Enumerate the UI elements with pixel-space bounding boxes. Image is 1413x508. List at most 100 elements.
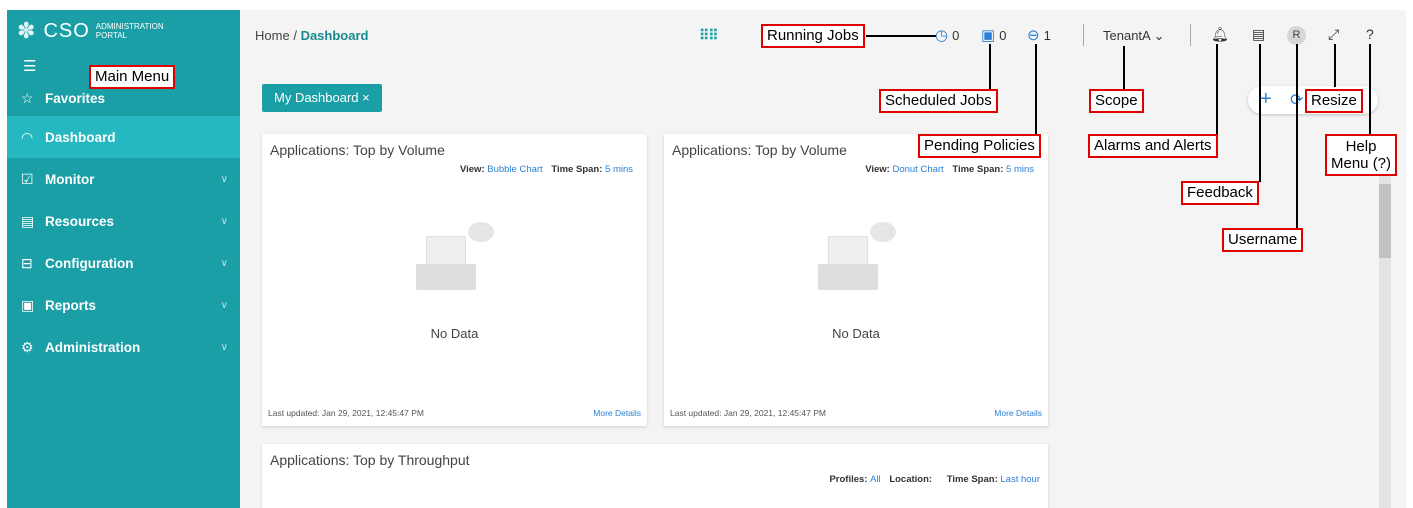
sidebar-item-label: Administration — [45, 339, 141, 355]
scrollbar-thumb[interactable] — [1379, 184, 1391, 258]
chevron-down-icon: ∨ — [220, 341, 228, 353]
divider — [1190, 24, 1191, 46]
avatar[interactable]: R — [1287, 26, 1306, 45]
brand[interactable]: ✽ CSO ADMINISTRATION PORTAL — [7, 10, 240, 52]
view-label: View: — [865, 164, 890, 175]
sidebar-item-dashboard[interactable]: ◠ Dashboard — [7, 116, 240, 158]
annotation-running-jobs: Running Jobs — [761, 24, 865, 48]
empty-inbox-icon: ··· — [812, 222, 902, 302]
time-span-label: Time Span: — [946, 474, 998, 485]
sidebar-item-resources[interactable]: ▤ Resources ∨ — [7, 200, 240, 242]
help-icon[interactable]: ? — [1366, 26, 1374, 42]
profiles-label: Profiles: — [829, 474, 868, 485]
divider — [1083, 24, 1084, 46]
scrollbar[interactable] — [1379, 170, 1391, 508]
annotation-alarms: Alarms and Alerts — [1088, 134, 1218, 158]
tenant-name: TenantA — [1103, 28, 1150, 43]
pending-policies[interactable]: ⊖ 1 — [1027, 26, 1051, 44]
view-label: View: — [459, 164, 485, 175]
sidebar-item-label: Favorites — [45, 90, 106, 106]
feedback-icon[interactable]: ▤ — [1252, 26, 1265, 43]
last-updated: Last updated: Jan 29, 2021, 12:45:47 PM — [268, 408, 424, 418]
resources-icon: ▤ — [21, 212, 35, 229]
annotation-line — [989, 44, 991, 89]
annotation-feedback: Feedback — [1181, 181, 1259, 205]
reports-icon: ▣ — [21, 296, 35, 313]
running-jobs-count: 0 — [952, 28, 960, 43]
annotation-scope: Scope — [1089, 89, 1144, 113]
time-span-link[interactable]: Last hour — [1000, 474, 1040, 485]
annotation-pending-policies: Pending Policies — [918, 134, 1041, 158]
no-data-text: No Data — [832, 326, 880, 341]
brand-title: CSO — [43, 19, 90, 42]
configuration-icon: ⊟ — [21, 254, 33, 271]
pending-icon: ⊖ — [1027, 27, 1040, 44]
time-span-label: Time Span: — [551, 164, 603, 175]
annotation-line — [1035, 44, 1037, 134]
annotation-help: Help Menu (?) — [1325, 134, 1398, 176]
app-grid-icon[interactable]: ⠿⠿ — [699, 27, 718, 44]
cso-logo-icon: ✽ — [17, 18, 36, 43]
annotation-scheduled-jobs: Scheduled Jobs — [879, 89, 998, 113]
location-label: Location: — [889, 474, 933, 485]
widget-card: Applications: Top by Volume View: Bubble… — [262, 134, 647, 426]
scope-selector[interactable]: TenantA ⌄ — [1103, 28, 1165, 44]
annotation-line — [1334, 44, 1336, 87]
scheduled-jobs[interactable]: ▣ 0 — [981, 26, 1006, 44]
widget-card: Applications: Top by Volume View: Donut … — [664, 134, 1048, 426]
sidebar-item-monitor[interactable]: ☑ Monitor ∨ — [7, 158, 240, 200]
resize-icon[interactable]: ⤢ — [1328, 26, 1339, 43]
widget-card: Applications: Top by Throughput Profiles… — [262, 444, 1048, 508]
breadcrumb-current: Dashboard — [300, 28, 369, 43]
profiles-link[interactable]: All — [870, 474, 881, 485]
dashboard-icon: ◠ — [21, 128, 34, 145]
annotation-username: Username — [1222, 228, 1304, 252]
administration-icon: ⚙ — [21, 338, 34, 355]
widget-meta: View: Donut Chart Time Span: 5 mins — [865, 164, 1040, 175]
sidebar-item-label: Resources — [45, 213, 115, 229]
brand-subtitle: ADMINISTRATION PORTAL — [95, 22, 164, 40]
more-details-link[interactable]: More Details — [593, 408, 641, 418]
sidebar-item-reports[interactable]: ▣ Reports ∨ — [7, 284, 240, 326]
bell-icon[interactable]: 🔔︎ — [1211, 26, 1229, 43]
breadcrumb: Home / Dashboard — [255, 28, 368, 43]
annotation-help-line2: Menu (?) — [1331, 155, 1392, 172]
annotation-line — [1123, 46, 1125, 89]
annotation-resize: Resize — [1305, 89, 1363, 113]
running-jobs[interactable]: ◷ 0 — [935, 26, 959, 44]
tab-my-dashboard[interactable]: My Dashboard × — [262, 84, 382, 112]
annotation-line — [1259, 44, 1261, 182]
widget-title: Applications: Top by Throughput — [270, 452, 470, 468]
time-span-link[interactable]: 5 mins — [1006, 164, 1034, 175]
view-link[interactable]: Bubble Chart — [487, 164, 542, 175]
sidebar-item-administration[interactable]: ⚙ Administration ∨ — [7, 326, 240, 368]
more-details-link[interactable]: More Details — [994, 408, 1042, 418]
widget-title: Applications: Top by Volume — [270, 142, 445, 158]
chevron-down-icon: ∨ — [220, 215, 228, 227]
tab-label: My Dashboard — [274, 90, 359, 105]
sidebar-item-configuration[interactable]: ⊟ Configuration ∨ — [7, 242, 240, 284]
breadcrumb-separator: / — [293, 28, 297, 43]
scheduled-jobs-count: 0 — [999, 28, 1007, 43]
chevron-down-icon: ∨ — [220, 299, 228, 311]
sidebar-item-label: Reports — [45, 297, 97, 313]
add-widget-icon[interactable]: + — [1260, 88, 1272, 111]
annotation-main-menu: Main Menu — [89, 65, 176, 89]
chevron-down-icon: ∨ — [220, 173, 228, 185]
sidebar-item-label: Dashboard — [45, 129, 116, 145]
pending-policies-count: 1 — [1043, 28, 1051, 43]
calendar-icon: ▣ — [981, 27, 996, 44]
breadcrumb-home[interactable]: Home — [255, 28, 290, 43]
widget-meta: Profiles: All Location: Time Span: Last … — [829, 474, 1040, 485]
time-span-link[interactable]: 5 mins — [605, 164, 633, 175]
annotation-line — [1216, 44, 1218, 134]
last-updated: Last updated: Jan 29, 2021, 12:45:47 PM — [670, 408, 826, 418]
annotation-line — [1369, 44, 1371, 134]
chevron-down-icon: ⌄ — [1153, 28, 1165, 43]
close-icon[interactable]: × — [362, 90, 370, 105]
view-link[interactable]: Donut Chart — [892, 164, 943, 175]
annotation-line — [1296, 44, 1298, 228]
annotation-line — [866, 35, 936, 37]
time-span-label: Time Span: — [952, 164, 1004, 175]
widget-title: Applications: Top by Volume — [672, 142, 847, 158]
